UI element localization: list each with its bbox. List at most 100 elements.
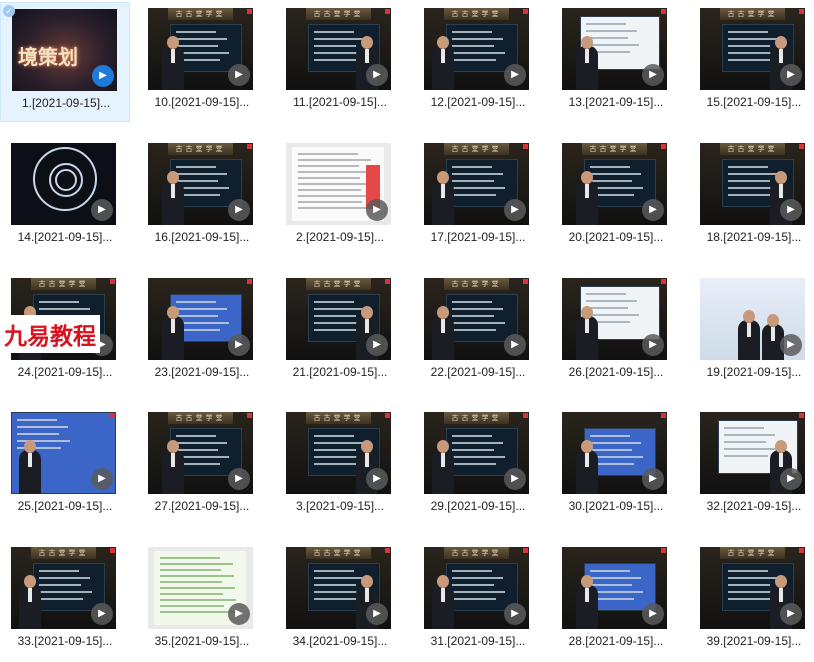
file-name-label: 3.[2021-09-15]... — [295, 499, 385, 513]
file-name-label: 20.[2021-09-15]... — [568, 230, 664, 244]
banner-sign: 古古堂学堂 — [444, 8, 509, 21]
video-file-item[interactable]: 古古堂学堂 ▶ 20.[2021-09-15]... — [551, 137, 681, 257]
file-name-label: 22.[2021-09-15]... — [430, 365, 526, 379]
video-thumbnail: 古古堂学堂 ▶ — [148, 8, 253, 90]
play-icon: ▶ — [504, 334, 526, 356]
play-icon: ▶ — [228, 64, 250, 86]
video-file-item[interactable]: ▶ 23.[2021-09-15]... — [137, 272, 267, 392]
file-name-label: 21.[2021-09-15]... — [292, 365, 388, 379]
play-icon: ▶ — [91, 199, 113, 221]
video-thumbnail: 古古堂学堂 ▶ — [700, 547, 805, 629]
play-icon: ▶ — [780, 199, 802, 221]
banner-sign: 古古堂学堂 — [720, 8, 785, 21]
video-thumbnail: 古古堂学堂 ▶ — [562, 143, 667, 225]
file-name-label: 11.[2021-09-15]... — [293, 95, 387, 109]
play-icon: ▶ — [366, 334, 388, 356]
video-thumbnail: ▶ — [11, 412, 116, 494]
file-name-label: 24.[2021-09-15]... — [17, 365, 113, 379]
video-thumbnail: 古古堂学堂 ▶ — [700, 143, 805, 225]
banner-sign: 古古堂学堂 — [306, 8, 371, 21]
video-file-item[interactable]: ▶ 35.[2021-09-15]... — [137, 541, 267, 661]
video-file-item[interactable]: ▶ 14.[2021-09-15]... — [0, 137, 130, 257]
file-name-label: 1.[2021-09-15]... — [21, 96, 111, 110]
video-file-item[interactable]: 古古堂学堂 ▶ 39.[2021-09-15]... — [689, 541, 814, 661]
play-icon: ▶ — [92, 65, 114, 87]
video-file-item[interactable]: ▶ 32.[2021-09-15]... — [689, 406, 814, 526]
video-file-item[interactable]: ▶ 28.[2021-09-15]... — [551, 541, 681, 661]
video-file-item[interactable]: ▶ 2.[2021-09-15]... — [275, 137, 405, 257]
video-file-item[interactable]: 古古堂学堂 ▶ 3.[2021-09-15]... — [275, 406, 405, 526]
play-icon: ▶ — [504, 199, 526, 221]
video-file-item[interactable]: 古古堂学堂 ▶ 22.[2021-09-15]... — [413, 272, 543, 392]
video-thumbnail: ▶ — [700, 278, 805, 360]
video-file-item[interactable]: 古古堂学堂 ▶ 17.[2021-09-15]... — [413, 137, 543, 257]
banner-sign: 古古堂学堂 — [168, 412, 233, 425]
file-name-label: 25.[2021-09-15]... — [17, 499, 113, 513]
video-thumbnail: ▶ — [562, 278, 667, 360]
banner-sign: 古古堂学堂 — [168, 8, 233, 21]
banner-sign: 古古堂学堂 — [306, 547, 371, 560]
banner-sign: 古古堂学堂 — [720, 143, 785, 156]
video-file-item[interactable]: 古古堂学堂 ▶ 10.[2021-09-15]... — [137, 2, 267, 122]
play-icon: ▶ — [504, 468, 526, 490]
video-thumbnail: ▶ — [286, 143, 391, 225]
play-icon: ▶ — [228, 468, 250, 490]
file-name-label: 30.[2021-09-15]... — [568, 499, 664, 513]
file-name-label: 16.[2021-09-15]... — [154, 230, 250, 244]
play-icon: ▶ — [91, 603, 113, 625]
file-name-label: 13.[2021-09-15]... — [568, 95, 664, 109]
play-icon: ▶ — [91, 468, 113, 490]
file-name-label: 14.[2021-09-15]... — [17, 230, 113, 244]
file-name-label: 10.[2021-09-15]... — [154, 95, 250, 109]
play-icon: ▶ — [228, 603, 250, 625]
video-file-item[interactable]: 古古堂学堂 ▶ 27.[2021-09-15]... — [137, 406, 267, 526]
video-file-item[interactable]: 古古堂学堂 ▶ 12.[2021-09-15]... — [413, 2, 543, 122]
play-icon: ▶ — [642, 334, 664, 356]
video-thumbnail: 古古堂学堂 ▶ — [424, 143, 529, 225]
play-icon: ▶ — [504, 603, 526, 625]
banner-sign: 古古堂学堂 — [306, 278, 371, 291]
video-thumbnail: 境策划 ▶ — [12, 9, 117, 91]
video-file-item[interactable]: ▶ 30.[2021-09-15]... — [551, 406, 681, 526]
watermark-text: 九易教程 — [0, 315, 100, 353]
video-thumbnail: ▶ — [11, 143, 116, 225]
video-file-item[interactable]: 古古堂学堂 ▶ 21.[2021-09-15]... — [275, 272, 405, 392]
video-file-item[interactable]: 古古堂学堂 ▶ 33.[2021-09-15]... — [0, 541, 130, 661]
video-file-item[interactable]: 古古堂学堂 ▶ 34.[2021-09-15]... — [275, 541, 405, 661]
video-file-item[interactable]: ▶ 25.[2021-09-15]... — [0, 406, 130, 526]
video-thumbnail: ▶ — [148, 278, 253, 360]
check-icon[interactable]: ✓ — [3, 5, 15, 17]
video-file-item[interactable]: 古古堂学堂 ▶ 11.[2021-09-15]... — [275, 2, 405, 122]
play-icon: ▶ — [642, 603, 664, 625]
video-thumbnail: 古古堂学堂 ▶ — [148, 412, 253, 494]
video-file-item[interactable]: ▶ 26.[2021-09-15]... — [551, 272, 681, 392]
video-thumbnail: 古古堂学堂 ▶ — [700, 8, 805, 90]
file-name-label: 19.[2021-09-15]... — [706, 365, 802, 379]
file-name-label: 28.[2021-09-15]... — [568, 634, 664, 648]
play-icon: ▶ — [366, 468, 388, 490]
file-name-label: 27.[2021-09-15]... — [154, 499, 250, 513]
play-icon: ▶ — [642, 468, 664, 490]
video-file-item[interactable]: 境策划 ▶ ✓ 1.[2021-09-15]... — [0, 2, 130, 122]
cover-caption: 境策划 — [18, 45, 78, 69]
video-file-item[interactable]: 古古堂学堂 ▶ 18.[2021-09-15]... — [689, 137, 814, 257]
video-thumbnail: ▶ — [562, 412, 667, 494]
video-file-item[interactable]: 古古堂学堂 ▶ 29.[2021-09-15]... — [413, 406, 543, 526]
banner-sign: 古古堂学堂 — [582, 143, 647, 156]
video-file-item[interactable]: 古古堂学堂 ▶ 16.[2021-09-15]... — [137, 137, 267, 257]
video-file-item[interactable]: 古古堂学堂 ▶ 15.[2021-09-15]... — [689, 2, 814, 122]
video-file-item[interactable]: 古古堂学堂 ▶ 31.[2021-09-15]... — [413, 541, 543, 661]
video-thumbnail: ▶ — [562, 547, 667, 629]
play-icon: ▶ — [780, 468, 802, 490]
play-icon: ▶ — [642, 64, 664, 86]
video-file-item[interactable]: ▶ 13.[2021-09-15]... — [551, 2, 681, 122]
video-thumbnail: 古古堂学堂 ▶ — [424, 278, 529, 360]
play-icon: ▶ — [780, 334, 802, 356]
video-thumbnail: 古古堂学堂 ▶ — [148, 143, 253, 225]
video-thumbnail: 古古堂学堂 ▶ — [424, 412, 529, 494]
file-grid: 境策划 ▶ ✓ 1.[2021-09-15]... 古古堂学堂 ▶ 10.[2021-09-… — [0, 0, 814, 662]
banner-sign: 古古堂学堂 — [31, 278, 96, 291]
video-file-item[interactable]: ▶ 19.[2021-09-15]... — [689, 272, 814, 392]
video-thumbnail: ▶ — [562, 8, 667, 90]
banner-sign: 古古堂学堂 — [444, 412, 509, 425]
